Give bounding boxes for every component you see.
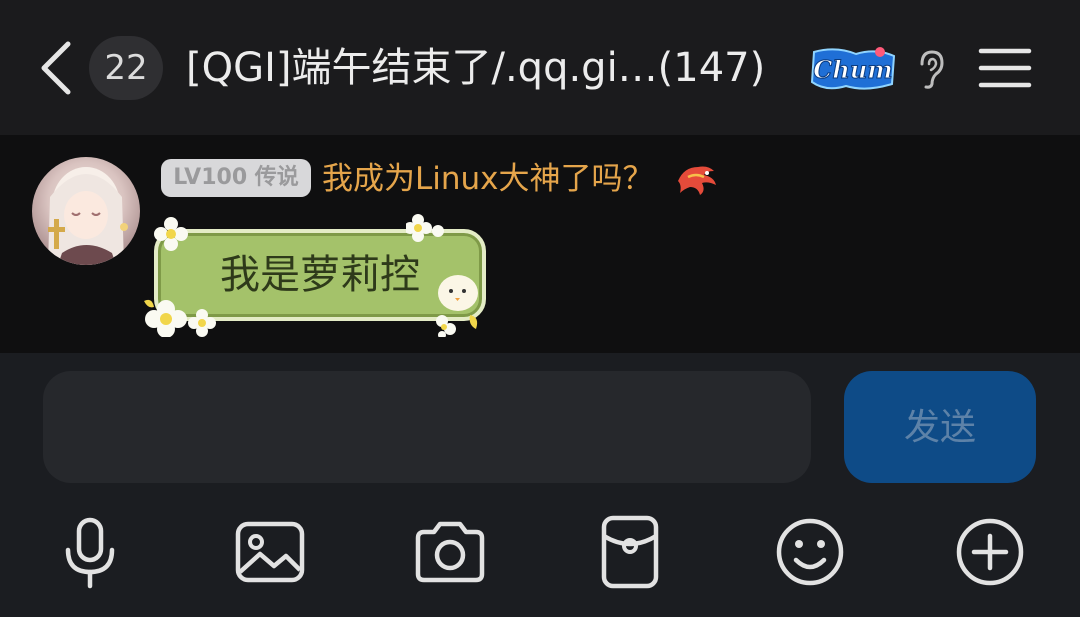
message-list: LV100 传说 我成为Linux大神了吗？ 我是萝莉控	[0, 135, 1080, 353]
image-icon[interactable]	[232, 514, 308, 590]
sender-avatar[interactable]	[32, 157, 140, 265]
level-tag: LV100 传说	[161, 159, 311, 197]
camera-icon[interactable]	[412, 514, 488, 590]
composer: 发送	[0, 353, 1080, 500]
flower-decoration-icon	[144, 299, 216, 337]
avatar-illustration	[48, 167, 128, 265]
chat-header: 22 [QGI]端午结束了/.qq.gi…(147) Chum	[0, 0, 1080, 135]
flower-decoration-icon	[154, 217, 188, 251]
message-input[interactable]	[43, 371, 811, 483]
dragon-icon	[678, 166, 716, 195]
ear-icon[interactable]	[914, 48, 948, 90]
flower-decoration-icon	[406, 214, 444, 242]
menu-icon[interactable]	[978, 46, 1032, 90]
microphone-icon[interactable]	[52, 514, 128, 590]
chat-title[interactable]: [QGI]端午结束了/.qq.gi…(147)	[186, 38, 806, 98]
back-chevron-icon[interactable]	[36, 38, 76, 98]
emoji-icon[interactable]	[772, 514, 848, 590]
sender-nickname[interactable]: 我成为Linux大神了吗？	[322, 157, 654, 201]
send-button[interactable]: 发送	[844, 371, 1036, 483]
red-packet-icon[interactable]	[592, 514, 668, 590]
input-toolbar	[0, 500, 1080, 617]
unread-count-badge[interactable]: 22	[89, 36, 163, 100]
plus-icon[interactable]	[952, 514, 1028, 590]
message-bubble[interactable]: 我是萝莉控	[140, 211, 500, 341]
chum-logo-icon: Chum	[810, 47, 896, 90]
chick-decoration-icon	[436, 275, 478, 337]
svg-text:Chum: Chum	[813, 55, 892, 84]
